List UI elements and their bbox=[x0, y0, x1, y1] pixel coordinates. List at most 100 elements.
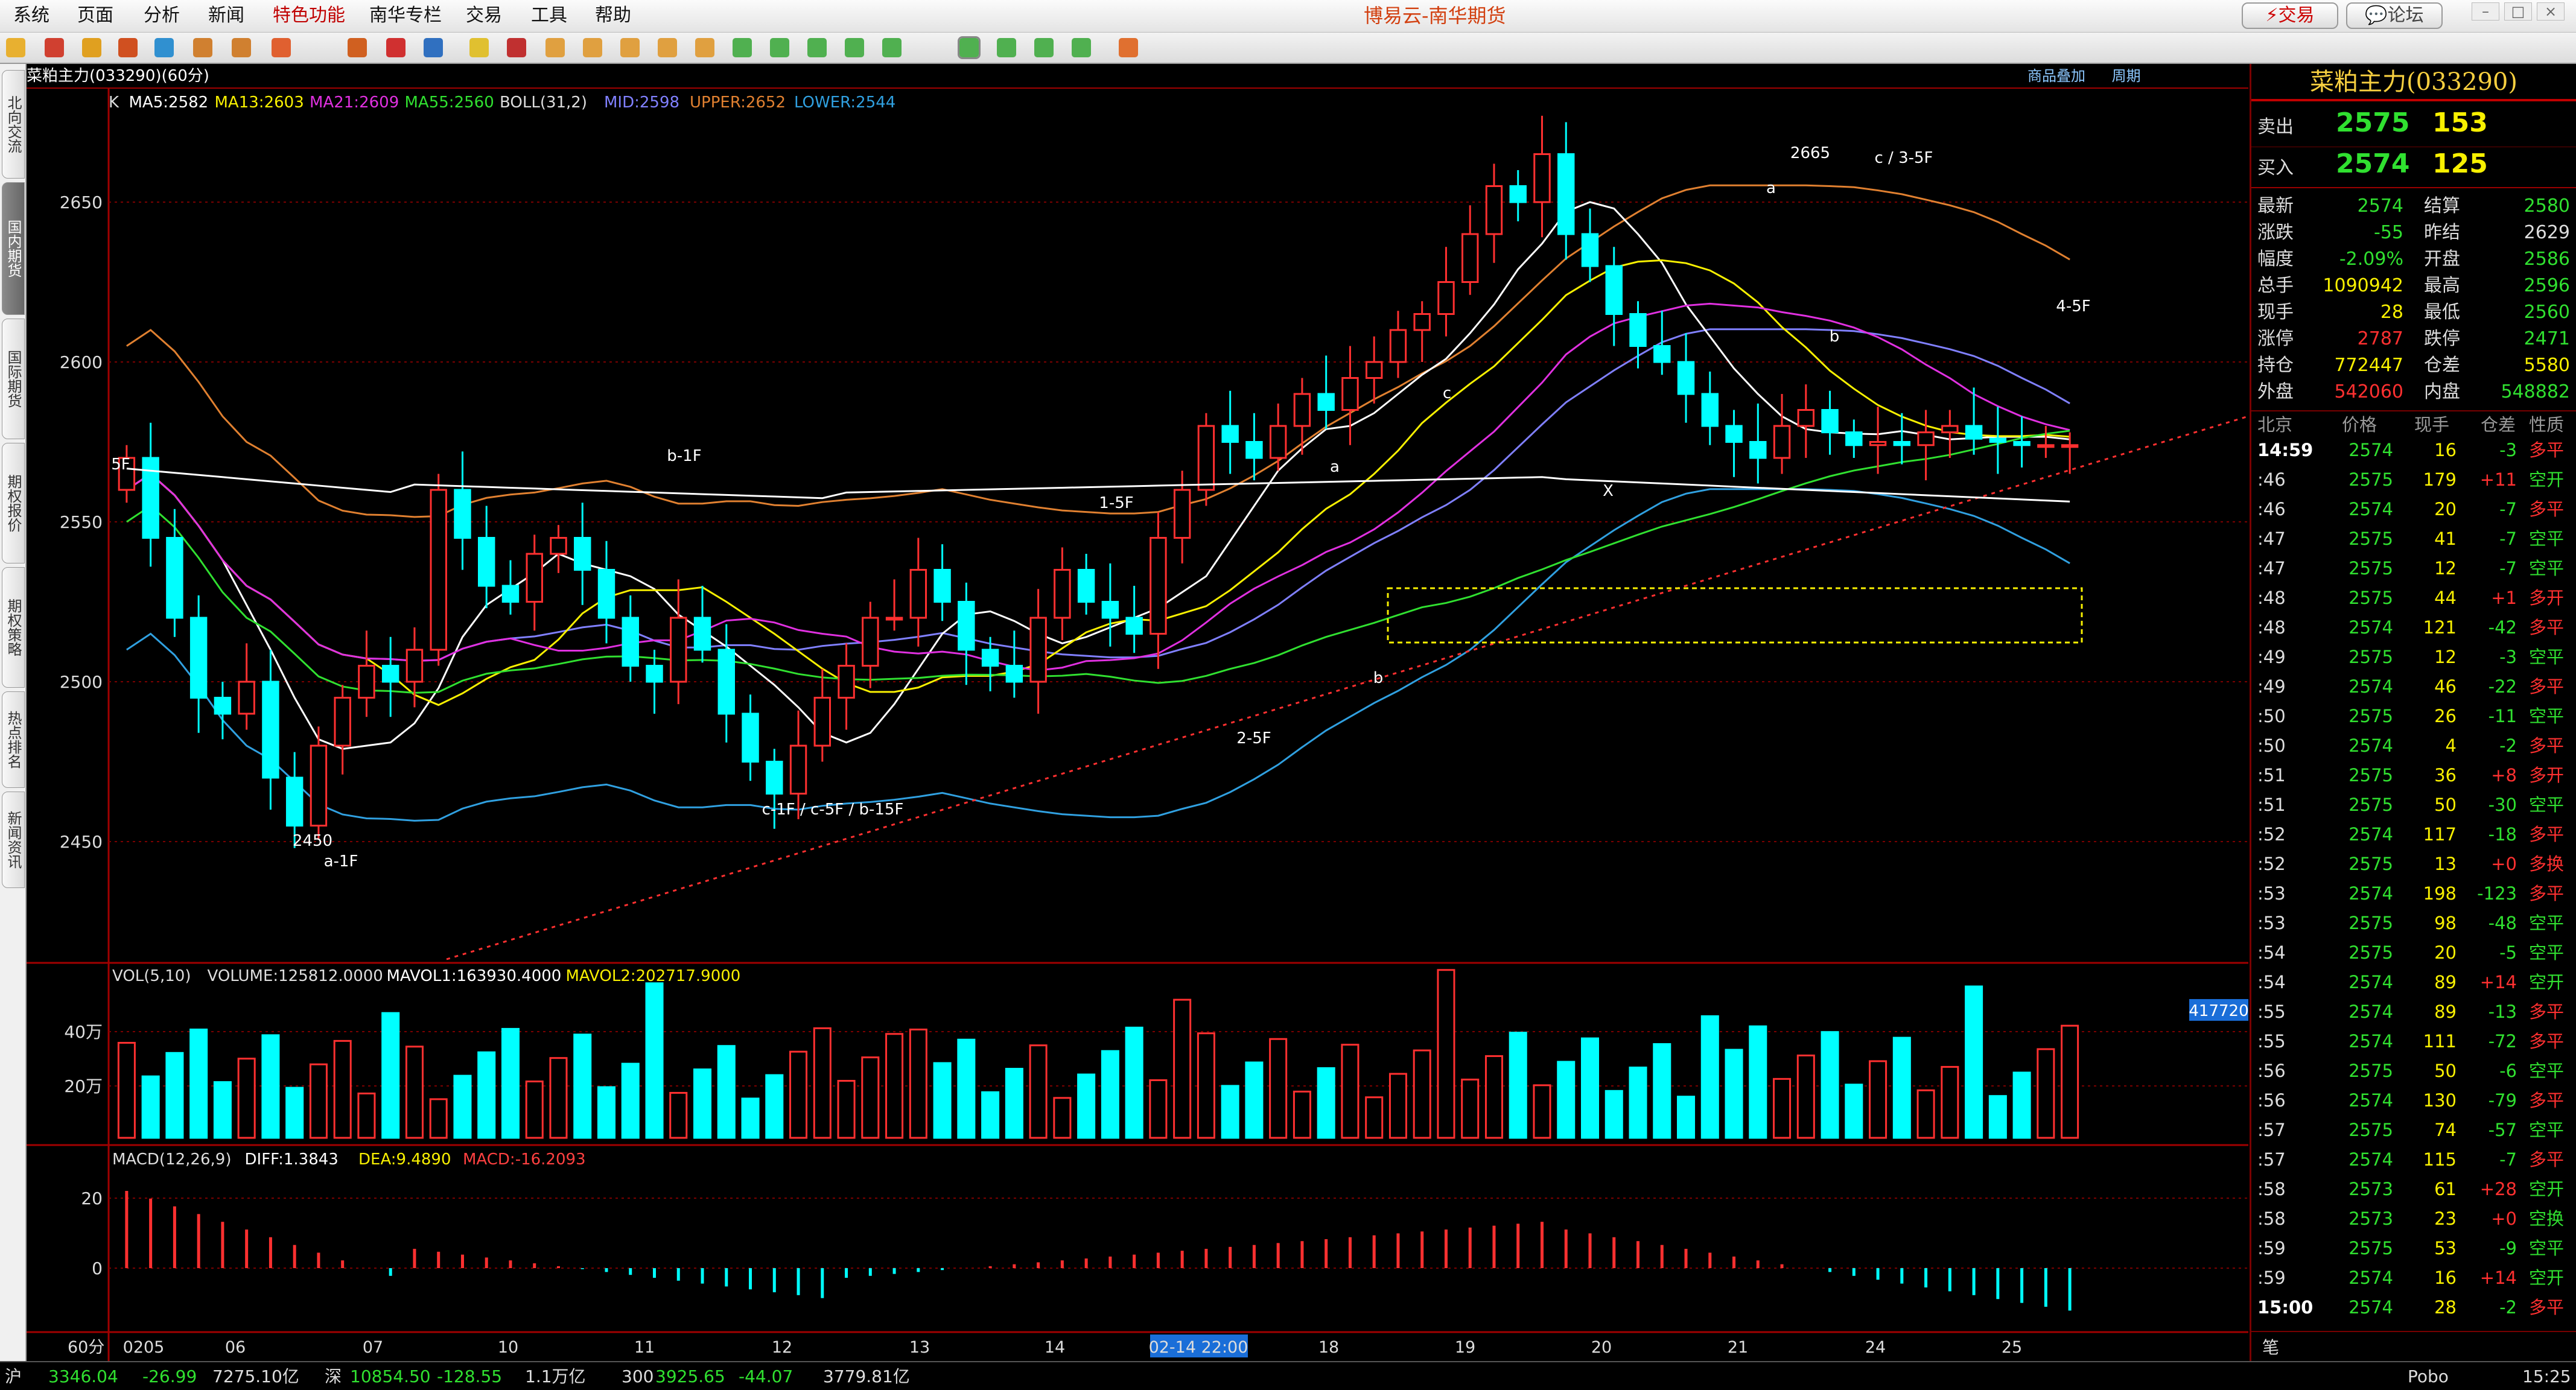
bid-volume: 125 bbox=[2432, 148, 2488, 179]
ask-row: 卖出 2575 153 bbox=[2251, 107, 2576, 147]
tick-row: :58 2573 23 +0 空换 bbox=[2251, 1205, 2576, 1232]
tick-row: :49 2575 12 -3 空平 bbox=[2251, 644, 2576, 670]
tick-cell: :55 bbox=[2257, 1001, 2286, 1022]
candle-body-22 bbox=[646, 665, 663, 683]
tick-cell: 多平 bbox=[2529, 617, 2565, 638]
footer-tab[interactable]: 笔 bbox=[2262, 1334, 2279, 1359]
tick-cell: 2575 bbox=[2349, 1120, 2393, 1140]
volume-bar-73 bbox=[1869, 1060, 1887, 1139]
tick-cell: 89 bbox=[2434, 972, 2457, 992]
status-item-11: 3779.81亿 bbox=[823, 1366, 910, 1386]
forum-button[interactable]: 💬论坛 bbox=[2346, 2, 2443, 29]
tick-row: :56 2575 50 -6 空平 bbox=[2251, 1058, 2576, 1084]
tick-cell: 2574 bbox=[2349, 735, 2393, 756]
candle-body-43 bbox=[1150, 537, 1167, 635]
stat-label: 幅度 bbox=[2257, 249, 2294, 270]
tick-row: :59 2574 16 +14 空开 bbox=[2251, 1265, 2576, 1291]
tick-cell: 多平 bbox=[2529, 499, 2565, 519]
tick-cell: -57 bbox=[2488, 1120, 2517, 1140]
volume-bar-21 bbox=[621, 1062, 640, 1139]
time-label-0: 0205 bbox=[123, 1338, 165, 1357]
trade-button[interactable]: ⚡交易 bbox=[2242, 2, 2338, 29]
status-item-9: 3925.65 bbox=[655, 1366, 725, 1386]
volume-bar-30 bbox=[837, 1080, 856, 1139]
tick-cell: 多平 bbox=[2529, 1031, 2565, 1052]
wave-label-13: 2450 bbox=[293, 832, 332, 850]
tick-header-cell: 价格 bbox=[2342, 414, 2377, 435]
candle-body-54 bbox=[1413, 313, 1431, 331]
macd-legend-2: DEA:9.4890 bbox=[358, 1150, 451, 1169]
candle-body-47 bbox=[1245, 441, 1263, 459]
chat-icon: 💬 bbox=[2365, 5, 2388, 26]
tick-cell: 2574 bbox=[2349, 676, 2393, 697]
tick-row: :47 2575 41 -7 空平 bbox=[2251, 525, 2576, 552]
tick-cell: 130 bbox=[2423, 1090, 2457, 1111]
stat-label: 最高 bbox=[2424, 275, 2460, 296]
volume-bar-70 bbox=[1796, 1055, 1815, 1139]
candle-body-72 bbox=[1845, 431, 1863, 446]
wave-label-6: X bbox=[1603, 482, 1614, 500]
volume-bar-9 bbox=[333, 1039, 352, 1139]
volume-bar-11 bbox=[381, 1012, 400, 1139]
main-legend-7: UPPER:2652 bbox=[690, 94, 786, 112]
main-legend-2: MA13:2603 bbox=[215, 94, 304, 112]
tick-cell: +14 bbox=[2479, 1268, 2517, 1288]
stat-value: 548882 bbox=[2501, 381, 2570, 402]
wave-label-11: b-1F bbox=[667, 447, 701, 465]
wave-label-8: b bbox=[1373, 669, 1384, 687]
stat-label: 涨停 bbox=[2257, 328, 2294, 349]
tick-cell: 2574 bbox=[2349, 883, 2393, 904]
tick-cell: 多平 bbox=[2529, 676, 2565, 697]
tick-cell: 空平 bbox=[2529, 913, 2565, 933]
candle-body-71 bbox=[1821, 409, 1839, 434]
volume-bar-40 bbox=[1077, 1073, 1096, 1139]
vol-tag: 417720 bbox=[2189, 1002, 2248, 1020]
time-label-14: 25 bbox=[2002, 1338, 2022, 1357]
wave-label-3: b bbox=[1830, 328, 1840, 346]
tick-row: :48 2574 121 -42 多平 bbox=[2251, 614, 2576, 641]
bid-price[interactable]: 2574 bbox=[2336, 151, 2409, 177]
tick-row: :55 2574 89 -13 多平 bbox=[2251, 998, 2576, 1025]
volume-bar-22 bbox=[645, 982, 664, 1139]
tick-cell: :47 bbox=[2257, 558, 2286, 579]
candle-body-73 bbox=[1869, 441, 1887, 446]
time-label-11: 20 bbox=[1591, 1338, 1612, 1357]
vol-legend-0: VOL(5,10) bbox=[112, 967, 191, 985]
volume-bar-78 bbox=[1988, 1095, 2007, 1139]
candle-body-66 bbox=[1701, 393, 1719, 427]
kline-chart[interactable]: 2650 2600 2550 2500 2450 40万 20万 20 0 K MA5:2582 MA… bbox=[0, 0, 2248, 1361]
candle-body-39 bbox=[1054, 569, 1071, 619]
vol-legend-2: MAVOL1:163930.4000 bbox=[387, 967, 562, 985]
tick-cell: :51 bbox=[2257, 765, 2286, 785]
tick-cell: -7 bbox=[2499, 499, 2517, 519]
tick-cell: :49 bbox=[2257, 676, 2286, 697]
tick-cell: :58 bbox=[2257, 1208, 2286, 1229]
tick-cell: 23 bbox=[2434, 1208, 2457, 1229]
tick-row: 15:00 2574 28 -2 多平 bbox=[2251, 1294, 2576, 1321]
stat-label: 持仓 bbox=[2257, 355, 2294, 376]
tick-cell: :46 bbox=[2257, 469, 2286, 490]
tick-cell: :54 bbox=[2257, 942, 2286, 963]
volume-bar-4 bbox=[213, 1081, 232, 1139]
volume-bar-76 bbox=[1941, 1065, 1959, 1139]
volume-bar-53 bbox=[1388, 1073, 1407, 1139]
quote-title: 菜粕主力(033290) bbox=[2251, 64, 2576, 101]
close-icon[interactable]: × bbox=[2537, 2, 2565, 21]
candle-body-42 bbox=[1125, 617, 1143, 635]
tick-cell: +1 bbox=[2491, 588, 2517, 608]
maximize-icon[interactable]: □ bbox=[2504, 2, 2532, 21]
candle-body-63 bbox=[1629, 313, 1647, 347]
volume-bar-35 bbox=[957, 1038, 976, 1139]
volume-bar-2 bbox=[165, 1052, 184, 1139]
tick-row: :56 2574 130 -79 多平 bbox=[2251, 1087, 2576, 1114]
minimize-icon[interactable]: – bbox=[2472, 2, 2499, 21]
stat-label: 总手 bbox=[2257, 275, 2294, 296]
ask-price[interactable]: 2575 bbox=[2336, 110, 2409, 136]
status-item-1: 3346.04 bbox=[48, 1366, 118, 1386]
tick-header: 北京 价格 现手 仓差 性质 bbox=[2251, 410, 2576, 437]
volume-bar-3 bbox=[189, 1028, 208, 1139]
tick-cell: 空平 bbox=[2529, 558, 2565, 579]
tick-cell: :55 bbox=[2257, 1031, 2286, 1052]
candle-body-41 bbox=[1101, 601, 1119, 619]
tick-cell: 2574 bbox=[2349, 1090, 2393, 1111]
